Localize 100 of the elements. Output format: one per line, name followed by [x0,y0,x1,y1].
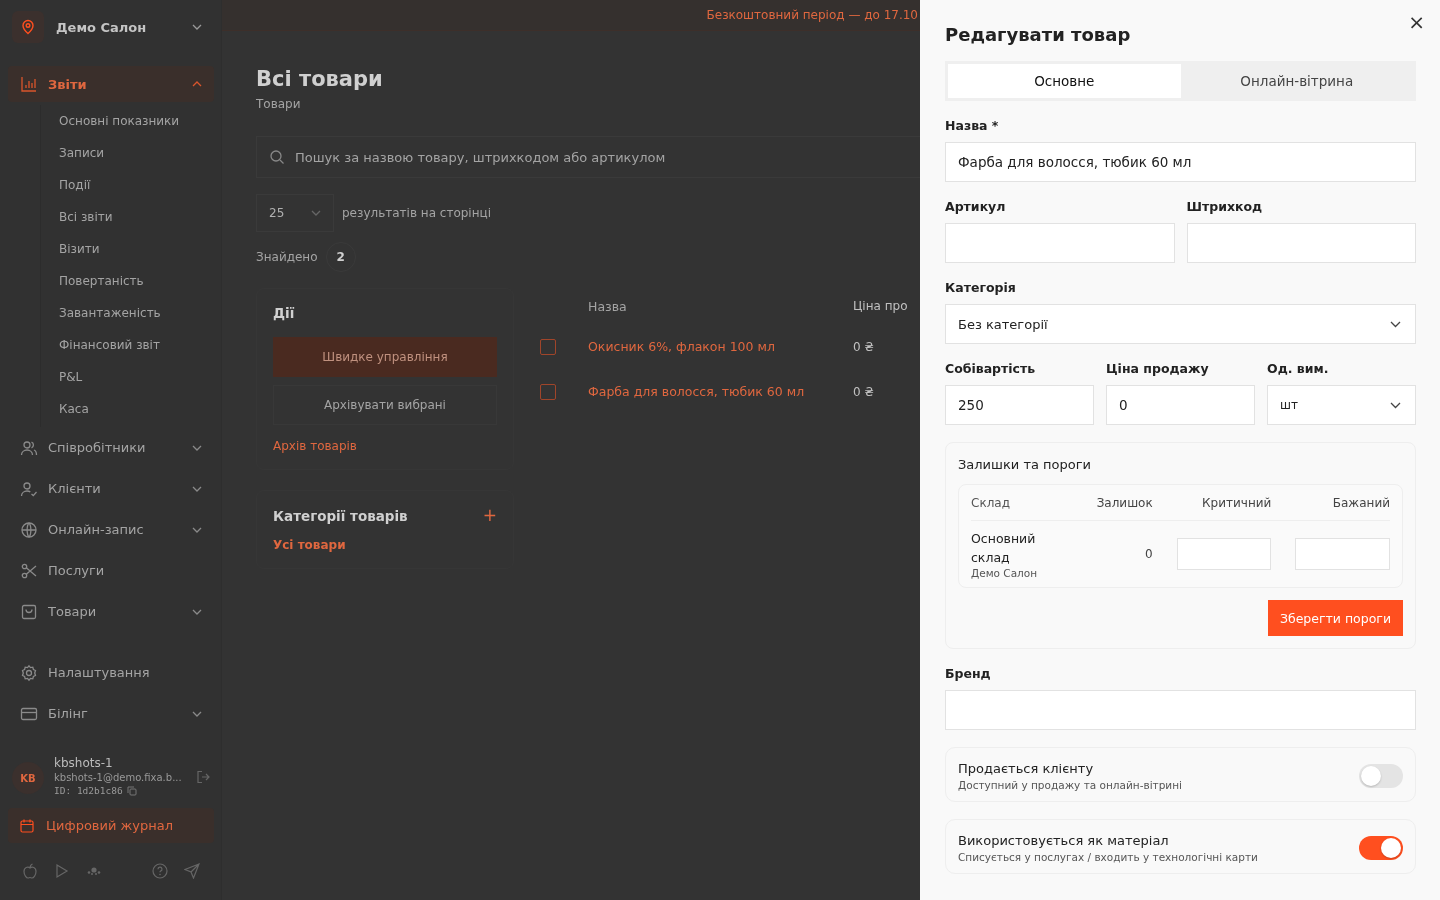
row-checkbox[interactable] [540,383,556,400]
subnav-item[interactable]: Записи [59,137,105,169]
users-icon [20,438,38,457]
copy-icon[interactable] [126,785,137,796]
search-field[interactable]: Пошук за назвою товару, штрихкодом або артикулом [256,136,920,178]
column-header: Критичний [1201,495,1272,510]
column-header: Бажаний [1331,495,1390,510]
archive-selected-button[interactable]: Архівувати вибрані [273,385,497,425]
field-label: Собівартість [945,361,1037,376]
close-button[interactable]: × [1408,12,1425,32]
calendar-icon [20,818,34,833]
logout-icon[interactable] [196,770,210,784]
chevron-down-icon [1390,320,1401,328]
section-title: Залишки та пороги [958,457,1092,472]
breadcrumb[interactable]: Товари [256,97,920,111]
save-thresholds-button[interactable]: Зберегти пороги [1267,600,1403,636]
subnav-item[interactable]: Фінансовий звіт [59,329,160,361]
field-label: Штрихкод [1186,199,1264,214]
table-cell: 0 ₴ [853,339,874,354]
globe-icon [20,520,38,539]
found-label: Знайдено [256,250,318,264]
subnav-item[interactable]: Основні показники [59,105,180,137]
column-header: Склад [971,495,1011,510]
toggle-title: Продається клієнту [958,761,1095,776]
product-link[interactable]: Фарба для волосся, тюбик 60 мл [588,384,805,399]
page-size-select[interactable]: 25 [256,194,334,232]
salon-selector[interactable]: Демо Салон [8,10,214,44]
column-header: Назва [588,298,628,314]
field-label: Артикул [945,199,1007,214]
add-category-button[interactable]: + [482,507,497,524]
nav-item[interactable]: Звіти [8,66,214,102]
search-input[interactable]: Пошук за назвою товару, штрихкодом або артикулом [293,148,920,166]
nav-item[interactable]: Білінг [8,693,214,734]
column-header: Залишок [1095,495,1153,510]
page-title: Всі товари [256,67,384,91]
unit-select[interactable]: шт [1267,385,1416,425]
nav-item[interactable]: Співробітники [8,427,214,468]
brand-field[interactable] [945,690,1416,730]
cost-field[interactable]: 250 [945,385,1094,425]
chart-icon [20,75,38,93]
field-label: Назва * [945,118,1000,133]
nav-item[interactable]: Онлайн-запис [8,509,214,550]
toggle-hint: Списується у послугах / входить у технологічні карти [958,851,1258,863]
chevron-down-icon [1390,401,1401,409]
row-checkbox[interactable] [540,338,556,355]
search-icon [269,149,285,165]
chevron-down-icon [192,24,202,30]
subnav-item[interactable]: Завантаженість [59,297,161,329]
subnav-item[interactable]: Всі звіти [59,201,113,233]
digital-journal-button[interactable]: Цифровий журнал [8,808,214,843]
warehouse-name: Основний склад [971,530,1037,567]
article-field[interactable] [945,223,1175,263]
subnav-item[interactable]: Каса [59,393,89,425]
drawer-title: Редагувати товар [945,24,1131,45]
play-icon[interactable] [54,863,70,879]
desired-field[interactable] [1295,538,1390,570]
subnav-item[interactable]: Повертаність [59,265,144,297]
name-field[interactable]: Фарба для волосся, тюбик 60 мл [945,142,1416,182]
gear-icon [20,663,38,682]
field-label: Ціна продажу [1106,361,1210,376]
critical-field[interactable] [1176,538,1272,570]
toggle-switch[interactable] [1359,764,1403,788]
toggle-switch[interactable] [1359,836,1403,860]
subnav-item[interactable]: P&L [59,361,83,393]
nav-item[interactable]: Клієнти [8,468,214,509]
send-icon[interactable] [184,863,200,879]
help-icon[interactable] [152,863,168,879]
field-label: Од. вим. [1267,361,1330,376]
column-header: Ціна про [853,299,908,313]
location-pin-icon [12,11,44,43]
nav-item[interactable]: Послуги [8,550,214,591]
user-check-icon [20,479,38,498]
field-label: Бренд [945,666,992,681]
nav-item[interactable]: Налаштування [8,652,214,693]
quick-manage-button[interactable]: Швидке управління [273,337,497,377]
category-select[interactable]: Без категорії [945,304,1416,344]
toggle-title: Використовується як матеріал [958,833,1170,848]
archive-link[interactable]: Архів товарів [273,439,497,453]
toggle-hint: Доступний у продажу та онлайн-вітрині [958,779,1182,791]
product-link[interactable]: Окисник 6%, флакон 100 мл [588,339,775,354]
warehouse-salon: Демо Салон [971,567,1039,579]
trial-banner: Безкоштовний період — до 17.10 [222,0,920,31]
field-label: Категорія [945,280,1017,295]
table-cell-text: 0 [1144,547,1153,561]
card-title: Категорії товарів [273,507,408,524]
scissors-icon [20,561,38,580]
table-cell: 0 ₴ [853,384,874,399]
nav-item[interactable]: Товари [8,591,214,632]
user-email: kbshots-1@demo.fixa.b... [54,772,183,783]
tab[interactable]: Онлайн-вітрина [1180,64,1413,98]
tab[interactable]: Основне [948,64,1181,98]
price-field[interactable]: 0 [1106,385,1255,425]
subnav-item[interactable]: Візити [59,233,100,265]
apple-icon[interactable] [22,863,38,879]
category-item[interactable]: Усі товари [273,538,346,552]
subnav-item[interactable]: Події [59,169,91,201]
user-name: kbshots-1 [54,756,114,770]
barcode-field[interactable] [1186,223,1416,263]
user-id: ID: 1d2b1c86 [54,785,123,796]
page-size-label: результатів на сторінці [342,206,492,220]
